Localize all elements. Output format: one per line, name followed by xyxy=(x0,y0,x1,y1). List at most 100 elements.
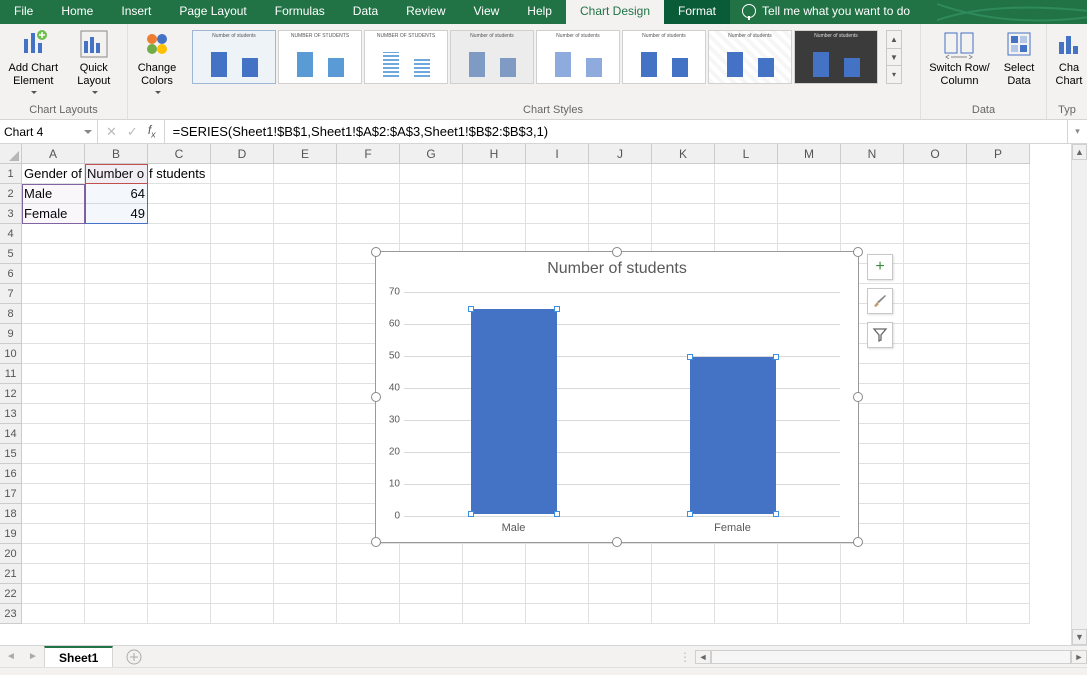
column-header-O[interactable]: O xyxy=(904,144,967,164)
column-header-E[interactable]: E xyxy=(274,144,337,164)
cell-P20[interactable] xyxy=(967,544,1030,564)
cell-B3[interactable]: 49 xyxy=(85,204,148,224)
scroll-up-icon[interactable]: ▲ xyxy=(1072,144,1087,160)
cell-O14[interactable] xyxy=(904,424,967,444)
chart-styles-button[interactable] xyxy=(867,288,893,314)
cell-I2[interactable] xyxy=(526,184,589,204)
cell-O6[interactable] xyxy=(904,264,967,284)
row-header-9[interactable]: 9 xyxy=(0,324,22,344)
cell-O8[interactable] xyxy=(904,304,967,324)
cell-E15[interactable] xyxy=(274,444,337,464)
row-header-5[interactable]: 5 xyxy=(0,244,22,264)
cell-B10[interactable] xyxy=(85,344,148,364)
cell-O3[interactable] xyxy=(904,204,967,224)
tab-review[interactable]: Review xyxy=(392,0,459,24)
cell-P10[interactable] xyxy=(967,344,1030,364)
cell-F4[interactable] xyxy=(337,224,400,244)
cell-B5[interactable] xyxy=(85,244,148,264)
row-header-7[interactable]: 7 xyxy=(0,284,22,304)
cell-H3[interactable] xyxy=(463,204,526,224)
cell-G22[interactable] xyxy=(400,584,463,604)
cell-F2[interactable] xyxy=(337,184,400,204)
cell-O20[interactable] xyxy=(904,544,967,564)
cell-E3[interactable] xyxy=(274,204,337,224)
cell-B21[interactable] xyxy=(85,564,148,584)
embedded-chart[interactable]: Number of students 010203040506070 MaleF… xyxy=(375,251,859,543)
cell-O9[interactable] xyxy=(904,324,967,344)
tab-page-layout[interactable]: Page Layout xyxy=(165,0,260,24)
row-header-15[interactable]: 15 xyxy=(0,444,22,464)
cell-N20[interactable] xyxy=(841,544,904,564)
cell-C7[interactable] xyxy=(148,284,211,304)
row-header-16[interactable]: 16 xyxy=(0,464,22,484)
chart-elements-button[interactable]: + xyxy=(867,254,893,280)
column-header-H[interactable]: H xyxy=(463,144,526,164)
cell-A8[interactable] xyxy=(22,304,85,324)
cell-P21[interactable] xyxy=(967,564,1030,584)
cell-C9[interactable] xyxy=(148,324,211,344)
tab-formulas[interactable]: Formulas xyxy=(261,0,339,24)
cell-L3[interactable] xyxy=(715,204,778,224)
tell-me-search[interactable]: Tell me what you want to do xyxy=(762,0,910,24)
cell-P23[interactable] xyxy=(967,604,1030,624)
row-header-17[interactable]: 17 xyxy=(0,484,22,504)
cell-E23[interactable] xyxy=(274,604,337,624)
column-header-K[interactable]: K xyxy=(652,144,715,164)
cell-B22[interactable] xyxy=(85,584,148,604)
cell-A5[interactable] xyxy=(22,244,85,264)
cell-B16[interactable] xyxy=(85,464,148,484)
cell-C17[interactable] xyxy=(148,484,211,504)
cell-A20[interactable] xyxy=(22,544,85,564)
cell-E17[interactable] xyxy=(274,484,337,504)
cell-C15[interactable] xyxy=(148,444,211,464)
cell-A2[interactable]: Male xyxy=(22,184,85,204)
horizontal-scrollbar[interactable]: ⋮ ◄ ► xyxy=(679,649,1087,665)
cell-P8[interactable] xyxy=(967,304,1030,324)
cell-J20[interactable] xyxy=(589,544,652,564)
cell-O17[interactable] xyxy=(904,484,967,504)
cell-C14[interactable] xyxy=(148,424,211,444)
cell-D11[interactable] xyxy=(211,364,274,384)
cell-C1[interactable] xyxy=(148,164,211,184)
name-box[interactable]: Chart 4 xyxy=(0,120,98,143)
cell-A16[interactable] xyxy=(22,464,85,484)
tab-insert[interactable]: Insert xyxy=(107,0,165,24)
cell-P18[interactable] xyxy=(967,504,1030,524)
cell-E12[interactable] xyxy=(274,384,337,404)
cell-K23[interactable] xyxy=(652,604,715,624)
cell-O2[interactable] xyxy=(904,184,967,204)
chart-plot-area[interactable]: 010203040506070 MaleFemale xyxy=(404,292,840,514)
row-header-22[interactable]: 22 xyxy=(0,584,22,604)
cell-K21[interactable] xyxy=(652,564,715,584)
cell-B20[interactable] xyxy=(85,544,148,564)
column-header-I[interactable]: I xyxy=(526,144,589,164)
cell-F23[interactable] xyxy=(337,604,400,624)
cell-M21[interactable] xyxy=(778,564,841,584)
cell-B23[interactable] xyxy=(85,604,148,624)
cell-O22[interactable] xyxy=(904,584,967,604)
chart-style-2[interactable]: NUMBER OF STUDENTS xyxy=(278,30,362,84)
cell-B15[interactable] xyxy=(85,444,148,464)
chart-styles-scroll[interactable]: ▲ ▼ ▾ xyxy=(886,30,902,84)
cell-P2[interactable] xyxy=(967,184,1030,204)
cell-L2[interactable] xyxy=(715,184,778,204)
cell-A21[interactable] xyxy=(22,564,85,584)
cell-C19[interactable] xyxy=(148,524,211,544)
cell-P5[interactable] xyxy=(967,244,1030,264)
vertical-scrollbar[interactable]: ▲ ▼ xyxy=(1071,144,1087,645)
cell-D12[interactable] xyxy=(211,384,274,404)
cell-E19[interactable] xyxy=(274,524,337,544)
cell-C12[interactable] xyxy=(148,384,211,404)
chart-style-7[interactable]: Number of students xyxy=(708,30,792,84)
cell-O21[interactable] xyxy=(904,564,967,584)
cell-A22[interactable] xyxy=(22,584,85,604)
bar-female[interactable] xyxy=(690,357,776,514)
cell-P14[interactable] xyxy=(967,424,1030,444)
cell-I21[interactable] xyxy=(526,564,589,584)
cell-I20[interactable] xyxy=(526,544,589,564)
cell-N3[interactable] xyxy=(841,204,904,224)
cell-P12[interactable] xyxy=(967,384,1030,404)
cell-D17[interactable] xyxy=(211,484,274,504)
cell-D10[interactable] xyxy=(211,344,274,364)
cell-N2[interactable] xyxy=(841,184,904,204)
